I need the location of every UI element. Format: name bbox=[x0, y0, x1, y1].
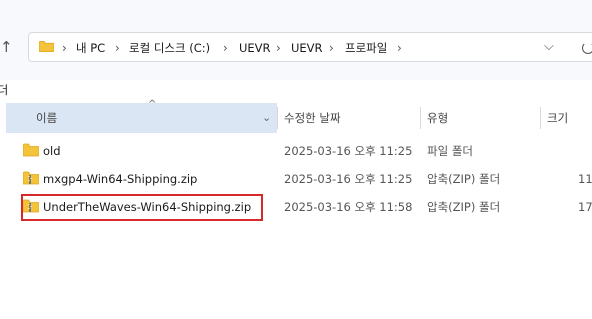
file-type: 압축(ZIP) 폴더 bbox=[427, 200, 501, 214]
breadcrumb-separator: › bbox=[62, 41, 67, 55]
file-row-old[interactable]: old 2025-03-16 오후 11:25 파일 폴더 bbox=[0, 137, 592, 165]
up-arrow-icon[interactable]: ↑ bbox=[0, 36, 14, 58]
file-date: 2025-03-16 오후 11:58 bbox=[284, 200, 413, 214]
column-header-size[interactable]: 크기 bbox=[547, 110, 568, 126]
sort-arrow-icon: ^ bbox=[148, 99, 157, 110]
breadcrumb-local-disk[interactable]: 로컬 디스크 (C:) bbox=[129, 40, 210, 56]
file-date: 2025-03-16 오후 11:25 bbox=[284, 144, 413, 158]
column-header-name[interactable]: 이름 bbox=[36, 110, 57, 126]
folder-icon bbox=[39, 40, 54, 53]
toolbar: 폴더 bbox=[0, 80, 592, 101]
chevron-down-icon[interactable]: ⌵ bbox=[544, 39, 558, 55]
file-date: 2025-03-16 오후 11:25 bbox=[284, 172, 413, 186]
file-type: 압축(ZIP) 폴더 bbox=[427, 172, 501, 186]
address-bar-area: ↑ › 내 PC › 로컬 디스크 (C:) › UEVR › UEVR › 프… bbox=[0, 0, 592, 80]
breadcrumb-uevr-sub[interactable]: UEVR bbox=[291, 40, 323, 56]
breadcrumb-separator: › bbox=[329, 41, 334, 55]
zip-folder-icon bbox=[23, 171, 39, 185]
column-divider[interactable] bbox=[420, 107, 421, 129]
column-header-date[interactable]: 수정한 날짜 bbox=[284, 110, 341, 126]
breadcrumb-separator: › bbox=[397, 41, 402, 55]
breadcrumb-separator: › bbox=[276, 41, 281, 55]
file-row-mxgp4-zip[interactable]: mxgp4-Win64-Shipping.zip 2025-03-16 오후 1… bbox=[0, 165, 592, 193]
column-divider[interactable] bbox=[277, 107, 278, 129]
column-divider[interactable] bbox=[540, 107, 541, 129]
file-size: 17 bbox=[578, 200, 592, 214]
file-name[interactable]: old bbox=[43, 143, 61, 159]
column-header-row: ^ 이름 ⌄ 수정한 날짜 유형 크기 bbox=[0, 99, 592, 133]
file-size: 11 bbox=[578, 172, 592, 186]
toolbar-label[interactable]: 폴더 bbox=[0, 82, 8, 98]
column-header-type[interactable]: 유형 bbox=[427, 110, 448, 126]
folder-icon bbox=[23, 143, 39, 157]
address-bar[interactable]: › 내 PC › 로컬 디스크 (C:) › UEVR › UEVR › 프로파… bbox=[28, 32, 592, 62]
breadcrumb-this-pc[interactable]: 내 PC bbox=[76, 40, 105, 56]
chevron-down-icon[interactable]: ⌄ bbox=[262, 110, 274, 126]
file-name[interactable]: mxgp4-Win64-Shipping.zip bbox=[43, 171, 197, 187]
refresh-icon[interactable] bbox=[582, 42, 592, 54]
breadcrumb-profiles[interactable]: 프로파일 bbox=[345, 40, 387, 56]
breadcrumb-uevr[interactable]: UEVR bbox=[239, 40, 271, 56]
breadcrumb-separator: › bbox=[223, 41, 228, 55]
breadcrumb-separator: › bbox=[115, 41, 120, 55]
file-type: 파일 폴더 bbox=[427, 144, 473, 158]
highlight-annotation bbox=[21, 194, 263, 221]
